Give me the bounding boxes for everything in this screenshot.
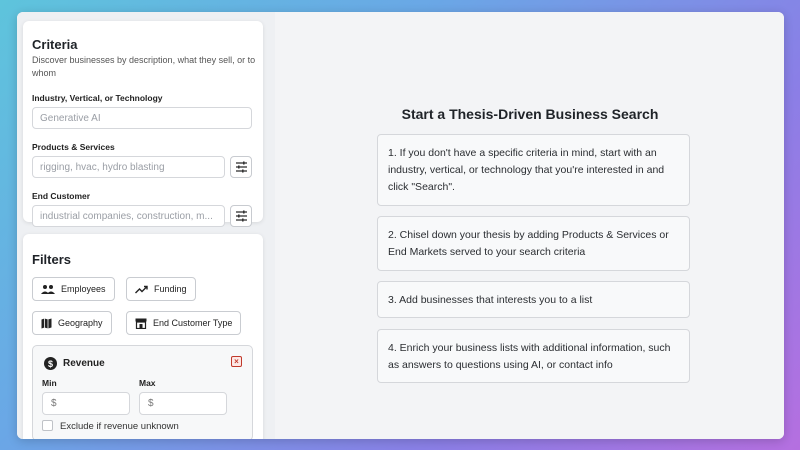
filter-chip-geography[interactable]: Geography (32, 311, 112, 335)
dollar-circle-icon: $ (44, 357, 57, 370)
customer-label: End Customer (32, 191, 91, 201)
criteria-card: Criteria Discover businesses by descript… (23, 21, 263, 227)
revenue-max-input[interactable]: $ (139, 392, 227, 415)
products-filter-button[interactable] (230, 156, 252, 178)
industry-label: Industry, Vertical, or Technology (32, 93, 163, 103)
filter-chip-label: Funding (154, 284, 187, 294)
filters-card: Filters Employees Funding Geography End … (23, 234, 263, 439)
map-icon (41, 318, 52, 328)
customer-input[interactable]: industrial companies, construction, m... (32, 205, 225, 227)
filter-chip-label: Geography (58, 318, 103, 328)
instruction-step-4: 4. Enrich your business lists with addit… (377, 329, 690, 383)
criteria-title: Criteria (32, 37, 78, 52)
instruction-step-2: 2. Chisel down your thesis by adding Pro… (377, 216, 690, 271)
revenue-min-input[interactable]: $ (42, 392, 130, 415)
sliders-icon (235, 210, 247, 222)
revenue-max-label: Max (139, 378, 156, 388)
instruction-step-1: 1. If you don't have a specific criteria… (377, 134, 690, 206)
close-icon[interactable]: × (231, 356, 242, 367)
revenue-filter: $ Revenue × Min Max $ $ Exclude if reven… (32, 345, 253, 439)
filter-chip-employees[interactable]: Employees (32, 277, 115, 301)
sidebar: Criteria Discover businesses by descript… (17, 12, 275, 439)
instruction-step-3: 3. Add businesses that interests you to … (377, 281, 690, 318)
filter-chip-funding[interactable]: Funding (126, 277, 196, 301)
filter-chip-label: Employees (61, 284, 106, 294)
page-title: Start a Thesis-Driven Business Search (401, 106, 659, 122)
filter-chip-end-customer-type[interactable]: End Customer Type (126, 311, 242, 335)
customer-filter-button[interactable] (230, 205, 252, 227)
trend-up-icon (135, 285, 148, 293)
revenue-title: Revenue (63, 358, 105, 369)
criteria-subtitle: Discover businesses by description, what… (32, 55, 256, 78)
store-icon (135, 318, 147, 329)
filter-chip-label: End Customer Type (153, 318, 233, 328)
people-icon (41, 285, 55, 294)
revenue-min-label: Min (42, 378, 57, 388)
products-input[interactable]: rigging, hvac, hydro blasting (32, 156, 225, 178)
sliders-icon (235, 161, 247, 173)
svg-text:$: $ (48, 359, 53, 369)
exclude-unknown-label: Exclude if revenue unknown (60, 421, 179, 432)
products-label: Products & Services (32, 142, 115, 152)
industry-input[interactable]: Generative AI (32, 107, 252, 129)
filters-title: Filters (32, 252, 72, 267)
main-panel: Start a Thesis-Driven Business Search 1.… (276, 12, 784, 439)
exclude-unknown-checkbox[interactable] (42, 420, 53, 431)
app-window: Criteria Discover businesses by descript… (17, 12, 784, 439)
